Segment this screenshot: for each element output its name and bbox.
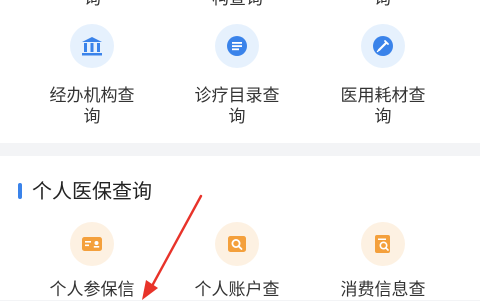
red-arrow-icon [142, 194, 203, 300]
